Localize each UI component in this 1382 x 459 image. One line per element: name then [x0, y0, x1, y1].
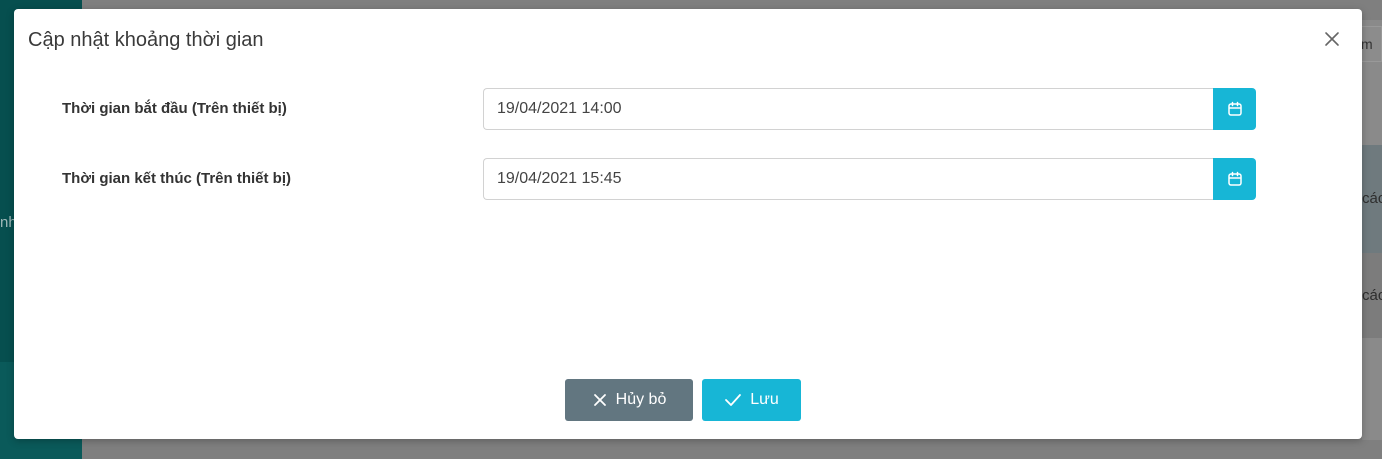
background-cell-text: các	[1362, 190, 1382, 207]
background-cell-text: các	[1362, 287, 1382, 304]
dialog-header: Cập nhật khoảng thời gian	[14, 9, 1362, 71]
start-time-input-group	[483, 88, 1256, 130]
end-time-input[interactable]	[483, 158, 1214, 200]
end-time-input-group	[483, 158, 1256, 200]
start-time-label: Thời gian bắt đầu (Trên thiết bị)	[62, 100, 287, 117]
end-time-label: Thời gian kết thúc (Trên thiết bị)	[62, 170, 291, 187]
close-icon	[1325, 32, 1339, 46]
start-time-row: Thời gian bắt đầu (Trên thiết bị)	[14, 88, 1362, 130]
start-time-input[interactable]	[483, 88, 1214, 130]
check-icon	[724, 392, 742, 408]
cancel-button-label: Hủy bỏ	[615, 391, 667, 408]
x-icon	[592, 392, 608, 408]
update-time-range-dialog: Cập nhật khoảng thời gian Thời gian bắt …	[14, 9, 1362, 439]
dialog-title: Cập nhật khoảng thời gian	[28, 29, 264, 51]
calendar-icon	[1227, 171, 1242, 186]
start-time-calendar-button[interactable]	[1213, 88, 1256, 130]
calendar-icon	[1227, 101, 1242, 116]
save-button[interactable]: Lưu	[702, 379, 801, 421]
save-button-label: Lưu	[750, 391, 779, 408]
cancel-button[interactable]: Hủy bỏ	[565, 379, 693, 421]
close-button[interactable]	[1320, 27, 1344, 51]
end-time-calendar-button[interactable]	[1213, 158, 1256, 200]
end-time-row: Thời gian kết thúc (Trên thiết bị)	[14, 158, 1362, 200]
